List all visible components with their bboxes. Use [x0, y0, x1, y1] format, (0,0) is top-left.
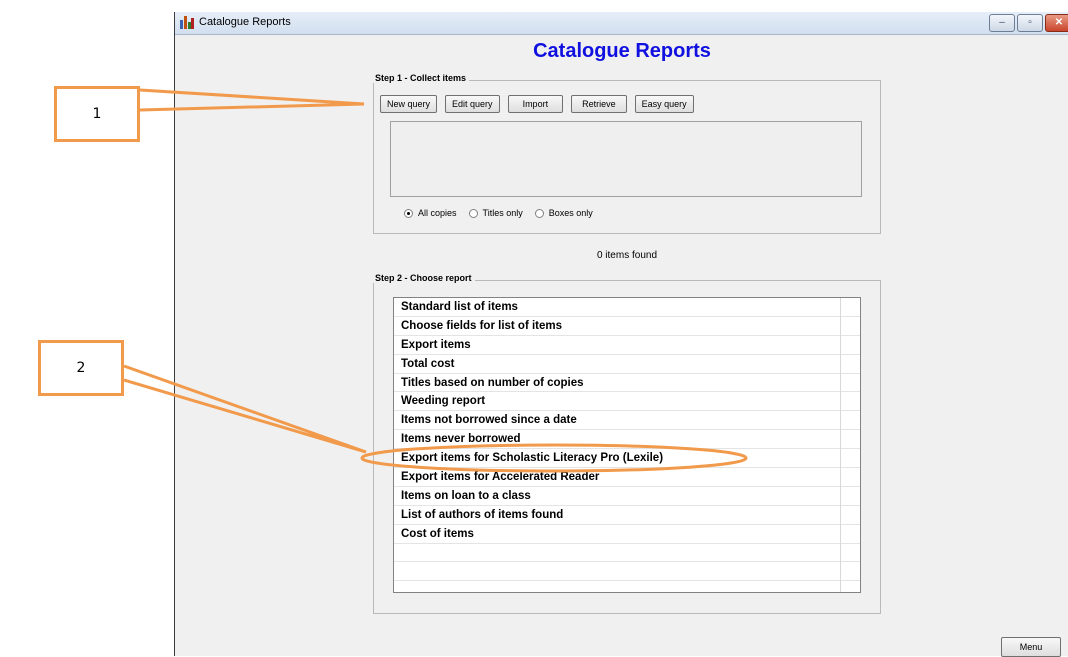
items-found-status: 0 items found	[596, 250, 658, 261]
report-item-export-accelerated-reader[interactable]: Export items for Accelerated Reader	[394, 468, 860, 487]
radio-label: Titles only	[482, 208, 523, 218]
maximize-icon[interactable]: ▫	[1017, 14, 1043, 32]
radio-boxes-only[interactable]: Boxes only	[534, 208, 593, 218]
bar-chart-icon	[179, 15, 194, 30]
list-column-divider	[840, 298, 841, 592]
step1-legend: Step 1 - Collect items	[372, 73, 470, 83]
import-button[interactable]: Import	[507, 95, 564, 113]
annotation-callout-2: 2	[38, 340, 124, 396]
radio-unselected-icon	[534, 208, 544, 218]
report-item-on-loan-to-class[interactable]: Items on loan to a class	[394, 487, 860, 506]
report-item-choose-fields[interactable]: Choose fields for list of items	[394, 317, 860, 336]
new-query-button[interactable]: New query	[380, 95, 438, 113]
annotation-callout-1: 1	[54, 86, 140, 142]
radio-label: Boxes only	[548, 208, 593, 218]
report-item-not-borrowed-since[interactable]: Items not borrowed since a date	[394, 411, 860, 431]
report-item-weeding[interactable]: Weeding report	[394, 392, 860, 412]
report-item-never-borrowed[interactable]: Items never borrowed	[394, 430, 860, 450]
retrieve-button[interactable]: Retrieve	[571, 95, 627, 113]
radio-unselected-icon	[468, 208, 478, 218]
step1-button-row: New query Edit query Import Retrieve Eas…	[380, 95, 702, 113]
catalogue-reports-window: Catalogue Reports – ▫ ✕ Catalogue Report…	[174, 12, 1068, 657]
minimize-icon[interactable]: –	[989, 14, 1015, 32]
menu-button[interactable]: Menu	[1001, 637, 1061, 657]
radio-selected-icon	[404, 208, 413, 218]
step2-group: Step 2 - Choose report Standard list of …	[372, 273, 881, 614]
report-item-total-cost[interactable]: Total cost	[394, 355, 860, 374]
window-controls: – ▫ ✕	[987, 14, 1068, 32]
report-item-cost-of-items[interactable]: Cost of items	[394, 525, 860, 544]
report-item-titles-by-copies[interactable]: Titles based on number of copies	[394, 374, 860, 393]
edit-query-button[interactable]: Edit query	[445, 95, 500, 113]
radio-all-copies[interactable]: All copies	[404, 208, 457, 218]
report-item-empty	[394, 562, 860, 582]
report-item-authors-list[interactable]: List of authors of items found	[394, 506, 860, 525]
radio-titles-only[interactable]: Titles only	[468, 208, 523, 218]
radio-label: All copies	[418, 208, 457, 218]
report-item-empty	[394, 581, 860, 592]
window-title: Catalogue Reports	[199, 16, 291, 28]
copy-type-radio-group: All copies Titles only Boxes only	[404, 208, 605, 218]
easy-query-button[interactable]: Easy query	[634, 95, 694, 113]
page-title: Catalogue Reports	[533, 40, 711, 62]
close-icon[interactable]: ✕	[1045, 14, 1068, 32]
step2-legend: Step 2 - Choose report	[372, 273, 475, 283]
report-item-export-items[interactable]: Export items	[394, 336, 860, 355]
title-bar[interactable]: Catalogue Reports – ▫ ✕	[175, 12, 1068, 35]
report-item-empty	[394, 544, 860, 563]
report-item-export-lexile[interactable]: Export items for Scholastic Literacy Pro…	[394, 449, 860, 469]
report-item-standard-list[interactable]: Standard list of items	[394, 298, 860, 317]
query-text-area[interactable]	[390, 121, 862, 197]
report-list[interactable]: Standard list of items Choose fields for…	[393, 297, 861, 593]
step1-group: Step 1 - Collect items New query Edit qu…	[372, 73, 881, 234]
